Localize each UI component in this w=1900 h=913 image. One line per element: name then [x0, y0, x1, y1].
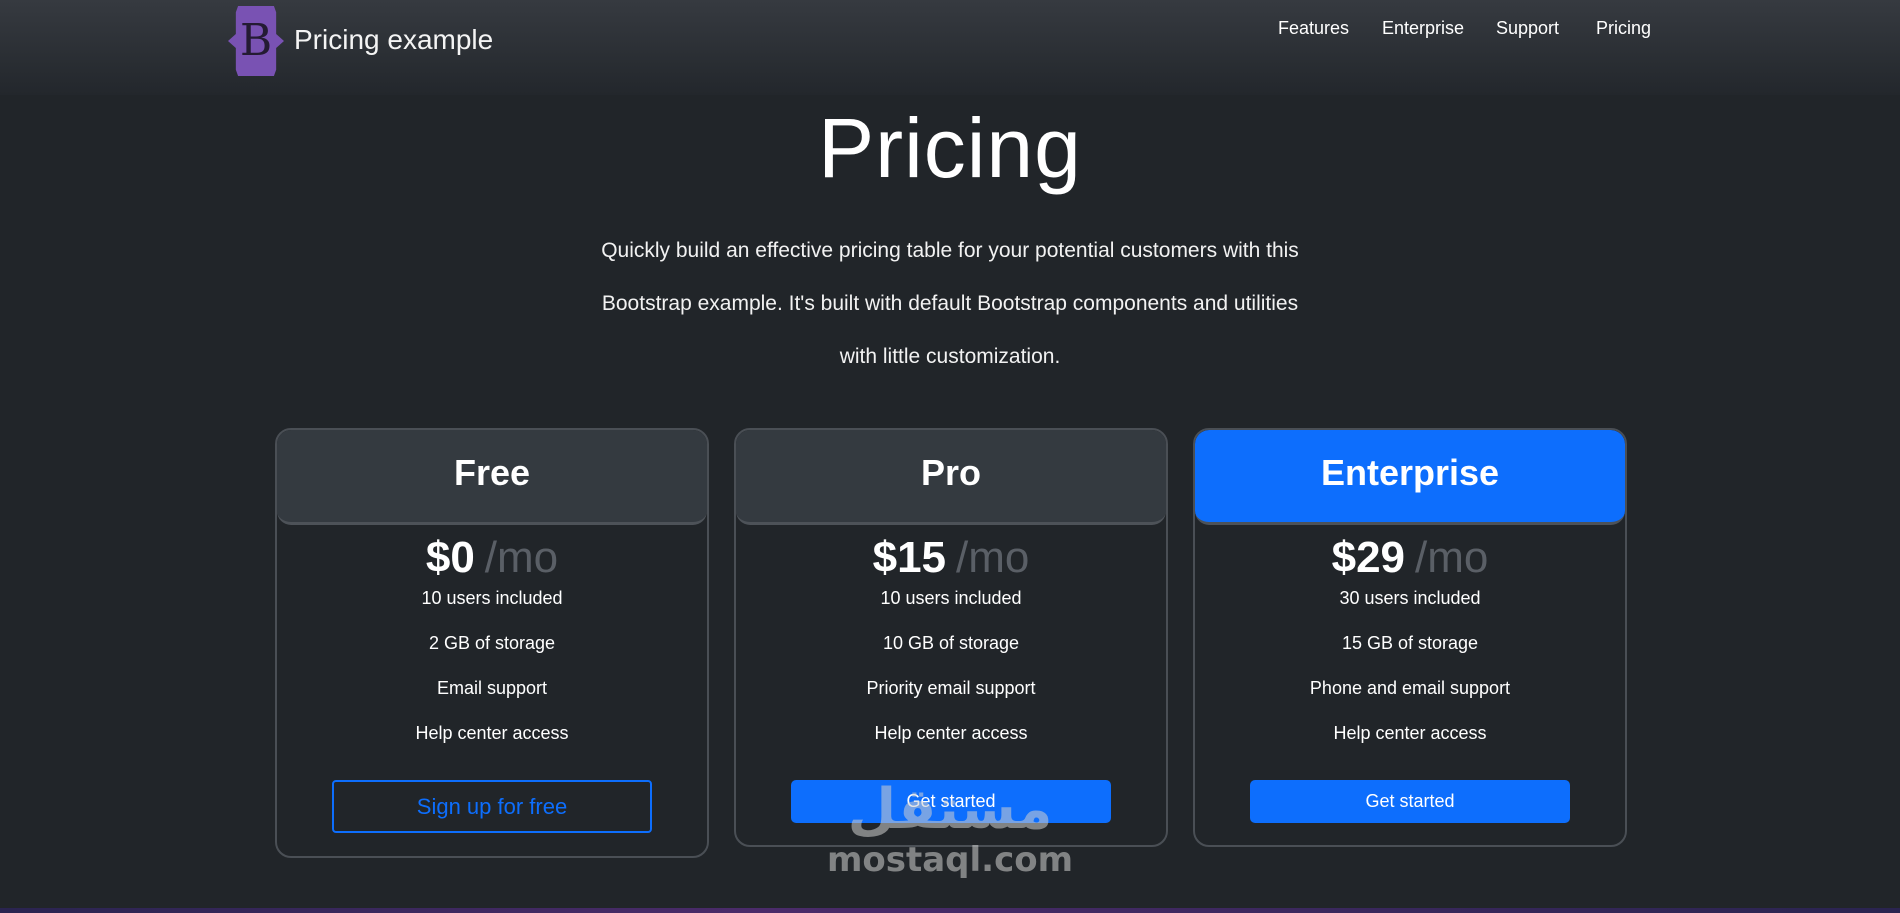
- nav-link-enterprise[interactable]: Enterprise: [1382, 18, 1464, 39]
- get-started-enterprise-button[interactable]: Get started: [1250, 780, 1570, 823]
- price-period: /mo: [484, 533, 559, 582]
- nav-link-support[interactable]: Support: [1496, 18, 1559, 39]
- card-header-enterprise: Enterprise: [1195, 430, 1625, 525]
- bottom-border: [0, 908, 1900, 913]
- feature-item: Help center access: [1333, 723, 1487, 743]
- top-navbar: B Pricing example Features Enterprise Su…: [0, 0, 1900, 95]
- plan-name: Pro: [920, 452, 981, 493]
- price-row: $0/mo: [277, 533, 707, 585]
- nav-link-pricing[interactable]: Pricing: [1596, 18, 1651, 39]
- page-title: Pricing: [818, 101, 1082, 195]
- feature-item: Help center access: [874, 723, 1028, 743]
- price-row: $29/mo: [1195, 533, 1625, 585]
- feature-list: 10 users included 10 GB of storage Prior…: [736, 585, 1166, 765]
- feature-list: 30 users included 15 GB of storage Phone…: [1195, 585, 1625, 765]
- feature-item: Help center access: [415, 723, 569, 743]
- feature-item: 30 users included: [1339, 588, 1481, 608]
- feature-item: 10 users included: [421, 588, 563, 608]
- plan-name: Free: [453, 452, 531, 493]
- watermark-latin-text: mostaql.com: [826, 840, 1074, 880]
- plan-price: $15: [872, 533, 947, 582]
- feature-item: 10 users included: [880, 588, 1022, 608]
- card-header-free: Free: [277, 430, 707, 525]
- pricing-card-free: Free $0/mo 10 users included 2 GB of sto…: [275, 428, 709, 858]
- watermark-arabic-text: مستقل: [847, 777, 1053, 842]
- plan-price: $0: [425, 533, 475, 582]
- feature-item: Phone and email support: [1309, 678, 1511, 698]
- plan-price: $29: [1331, 533, 1406, 582]
- price-row: $15/mo: [736, 533, 1166, 585]
- plan-name: Enterprise: [1320, 452, 1500, 493]
- sign-up-free-button[interactable]: Sign up for free: [332, 780, 652, 833]
- mostaql-watermark: مستقل mostaql.com: [820, 777, 1080, 881]
- feature-item: Email support: [436, 678, 548, 698]
- price-period: /mo: [1415, 533, 1489, 582]
- pricing-page: B Pricing example Features Enterprise Su…: [0, 0, 1900, 913]
- feature-item: Priority email support: [866, 678, 1036, 698]
- nav-link-features[interactable]: Features: [1278, 18, 1349, 39]
- card-header-pro: Pro: [736, 430, 1166, 525]
- feature-item: 2 GB of storage: [428, 633, 556, 653]
- feature-item: 15 GB of storage: [1341, 633, 1479, 653]
- hero-lead-text: Quickly build an effective pricing table…: [601, 239, 1299, 368]
- main-nav: Features Enterprise Support Pricing: [0, 18, 1900, 48]
- feature-list: 10 users included 2 GB of storage Email …: [277, 585, 707, 765]
- pricing-card-enterprise: Enterprise $29/mo 30 users included 15 G…: [1193, 428, 1627, 847]
- price-period: /mo: [956, 533, 1030, 582]
- feature-item: 10 GB of storage: [882, 633, 1020, 653]
